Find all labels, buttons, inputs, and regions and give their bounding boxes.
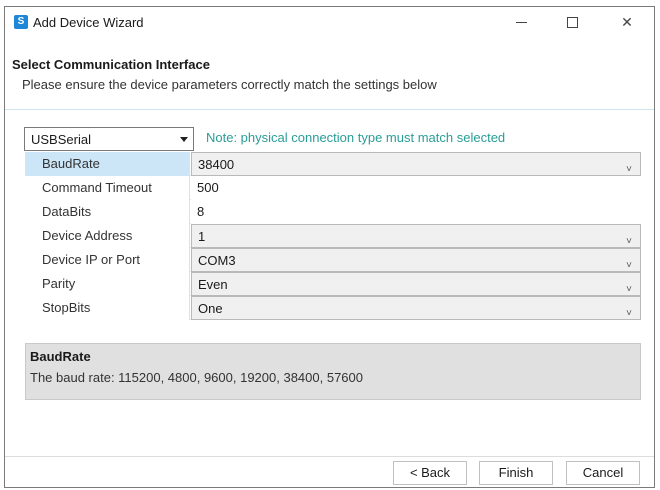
property-value: 500	[197, 180, 219, 195]
minimize-button[interactable]	[499, 7, 543, 37]
property-value: 38400	[198, 157, 235, 172]
property-row[interactable]: DataBits 8	[25, 200, 641, 224]
property-value-dropdown[interactable]: Even ˅	[191, 272, 641, 296]
property-value: COM3	[198, 253, 236, 268]
property-name[interactable]: Device IP or Port	[25, 248, 190, 272]
property-value-dropdown[interactable]: COM3 ˅	[191, 248, 641, 272]
property-name[interactable]: Device Address	[25, 224, 190, 248]
property-row[interactable]: Parity Even ˅	[25, 272, 641, 296]
property-value: Even	[198, 277, 228, 292]
property-value: 1	[198, 229, 206, 244]
property-value: 8	[197, 204, 205, 219]
caret-down-icon	[180, 137, 188, 142]
property-grid: BaudRate 38400 ˅ Command Timeout 500 DataBits…	[25, 152, 641, 320]
close-icon: ✕	[621, 13, 633, 30]
description-text: The baud rate: 115200, 4800, 9600, 19200…	[30, 370, 363, 385]
property-name[interactable]: Parity	[25, 272, 190, 296]
property-row[interactable]: Command Timeout 500	[25, 176, 641, 200]
page-subtitle: Please ensure the device parameters corr…	[22, 77, 437, 92]
property-value-dropdown[interactable]: 1 ˅	[191, 224, 641, 248]
back-button[interactable]: < Back	[393, 461, 467, 485]
close-button[interactable]: ✕	[605, 7, 649, 37]
cancel-button[interactable]: Cancel	[566, 461, 640, 485]
property-value-dropdown[interactable]: One ˅	[191, 296, 641, 320]
property-row[interactable]: Device Address 1 ˅	[25, 224, 641, 248]
property-name[interactable]: StopBits	[25, 296, 190, 320]
property-name[interactable]: BaudRate	[25, 152, 190, 176]
property-value: One	[198, 301, 223, 316]
property-name[interactable]: Command Timeout	[25, 176, 190, 200]
finish-button[interactable]: Finish	[479, 461, 553, 485]
page-title: Select Communication Interface	[12, 57, 210, 72]
property-value-input[interactable]: 500	[191, 176, 641, 200]
connection-note: Note: physical connection type must matc…	[206, 130, 506, 145]
property-row[interactable]: Device IP or Port COM3 ˅	[25, 248, 641, 272]
title-bar[interactable]: S Add Device Wizard ✕	[5, 7, 654, 37]
property-value-dropdown[interactable]: 38400 ˅	[191, 152, 641, 176]
property-description-panel: BaudRate The baud rate: 115200, 4800, 96…	[25, 343, 641, 400]
minimize-icon	[515, 21, 527, 23]
window-title: Add Device Wizard	[33, 15, 144, 30]
wizard-content: USBSerial Note: physical connection type…	[5, 111, 654, 446]
wizard-footer: < Back Finish Cancel	[5, 456, 654, 487]
property-value-input[interactable]: 8	[191, 200, 641, 224]
app-icon: S	[14, 15, 28, 29]
property-row[interactable]: BaudRate 38400 ˅	[25, 152, 641, 176]
add-device-wizard-window: S Add Device Wizard ✕ Select Communicati…	[4, 6, 655, 488]
interface-type-dropdown[interactable]: USBSerial	[24, 127, 194, 151]
property-name[interactable]: DataBits	[25, 200, 190, 224]
description-title: BaudRate	[30, 349, 91, 364]
property-row[interactable]: StopBits One ˅	[25, 296, 641, 320]
chevron-down-icon: ˅	[626, 308, 632, 319]
maximize-icon	[566, 16, 578, 28]
maximize-button[interactable]	[550, 7, 594, 37]
interface-type-value: USBSerial	[31, 132, 91, 147]
wizard-header: Select Communication Interface Please en…	[5, 37, 654, 110]
